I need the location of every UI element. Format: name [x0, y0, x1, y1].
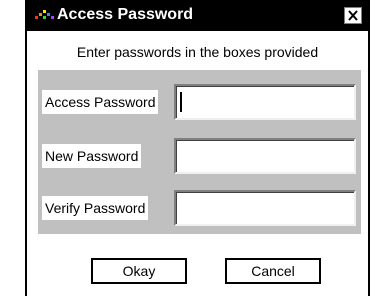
cancel-button[interactable]: Cancel: [225, 258, 321, 284]
verify-password-label: Verify Password: [42, 196, 149, 220]
close-x-icon: [348, 10, 358, 21]
close-button[interactable]: [344, 7, 362, 24]
okay-button[interactable]: Okay: [91, 258, 187, 284]
instruction-text: Enter passwords in the boxes provided: [76, 44, 319, 60]
access-password-input[interactable]: [174, 84, 356, 120]
password-panel: Access Password New Password Verify Pass…: [38, 70, 361, 234]
access-password-dialog: Access Password Enter passwords in the b…: [25, 0, 370, 296]
window-title: Access Password: [57, 6, 194, 23]
title-bar[interactable]: Access Password: [27, 0, 368, 31]
colored-dots-app-icon: [35, 10, 54, 19]
verify-password-input[interactable]: [174, 190, 356, 226]
new-password-label: New Password: [42, 144, 142, 168]
new-password-input[interactable]: [174, 138, 356, 174]
access-password-label: Access Password: [42, 90, 159, 114]
text-caret: [180, 92, 182, 112]
